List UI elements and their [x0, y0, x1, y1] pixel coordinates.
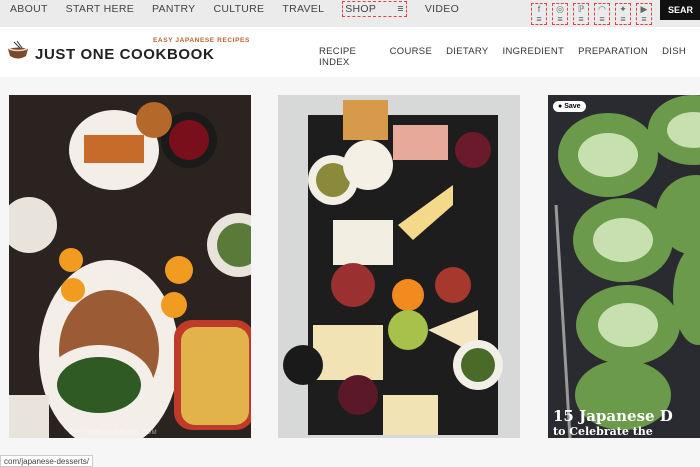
nav-course[interactable]: COURSE — [390, 46, 432, 68]
facebook-icon[interactable]: f ≡ — [531, 3, 547, 25]
search-button[interactable]: SEAR — [660, 0, 700, 20]
social-links: f ≡ ◎ ≡ ℙ ≡ ◠ ≡ ✦ ≡ ▶ ≡ — [531, 3, 652, 25]
nav-pantry[interactable]: PANTRY — [152, 3, 195, 17]
rss-icon[interactable]: ◠ ≡ — [594, 3, 610, 25]
top-nav: ABOUT START HERE PANTRY CULTURE TRAVEL S… — [10, 1, 477, 17]
nav-recipe-index[interactable]: RECIPE INDEX — [319, 46, 376, 68]
instagram-icon[interactable]: ◎ ≡ — [552, 3, 568, 25]
card-japanese-desserts[interactable]: ● Save 15 Japanese D to Celebrate the — [548, 95, 700, 438]
tagline: EASY JAPANESE RECIPES — [153, 37, 250, 44]
site-header: EASY JAPANESE RECIPES JUST ONE COOKBOOK … — [0, 27, 700, 77]
watermark: JUSTONECOOKBOOK.COM — [69, 430, 158, 436]
nav-travel[interactable]: TRAVEL — [282, 3, 324, 17]
top-bar: ABOUT START HERE PANTRY CULTURE TRAVEL S… — [0, 0, 700, 27]
nav-video[interactable]: VIDEO — [425, 3, 459, 17]
nav-ingredient[interactable]: INGREDIENT — [503, 46, 565, 68]
nav-shop[interactable]: SHOP ≡ — [342, 1, 407, 17]
brand-name[interactable]: JUST ONE COOKBOOK — [35, 46, 214, 63]
nav-about[interactable]: ABOUT — [10, 3, 48, 17]
twitter-icon[interactable]: ✦ ≡ — [615, 3, 631, 25]
nav-preparation[interactable]: PREPARATION — [578, 46, 648, 68]
desserts-overlay-title: 15 Japanese D to Celebrate the — [553, 407, 673, 438]
feast-image — [9, 95, 251, 438]
pinterest-icon[interactable]: ℙ ≡ — [573, 3, 589, 25]
pinterest-save-button[interactable]: ● Save — [553, 101, 586, 112]
nav-start-here[interactable]: START HERE — [66, 3, 134, 17]
card-charcuterie-board[interactable] — [278, 95, 520, 438]
link-status-bar: com/japanese-desserts/ — [0, 455, 93, 467]
nav-culture[interactable]: CULTURE — [213, 3, 264, 17]
matcha-roll-image — [548, 95, 700, 438]
recipe-gallery: JUSTONECOOKBOOK.COM ● Save 15 Japanese D… — [0, 77, 700, 467]
nav-dietary[interactable]: DIETARY — [446, 46, 488, 68]
charcuterie-image — [278, 95, 520, 438]
card-holiday-feast[interactable]: JUSTONECOOKBOOK.COM — [9, 95, 251, 438]
nav-dish[interactable]: DISH — [662, 46, 686, 68]
youtube-icon[interactable]: ▶ ≡ — [636, 3, 652, 25]
main-nav: RECIPE INDEX COURSE DIETARY INGREDIENT P… — [319, 46, 700, 68]
bowl-logo-icon[interactable] — [6, 40, 30, 62]
